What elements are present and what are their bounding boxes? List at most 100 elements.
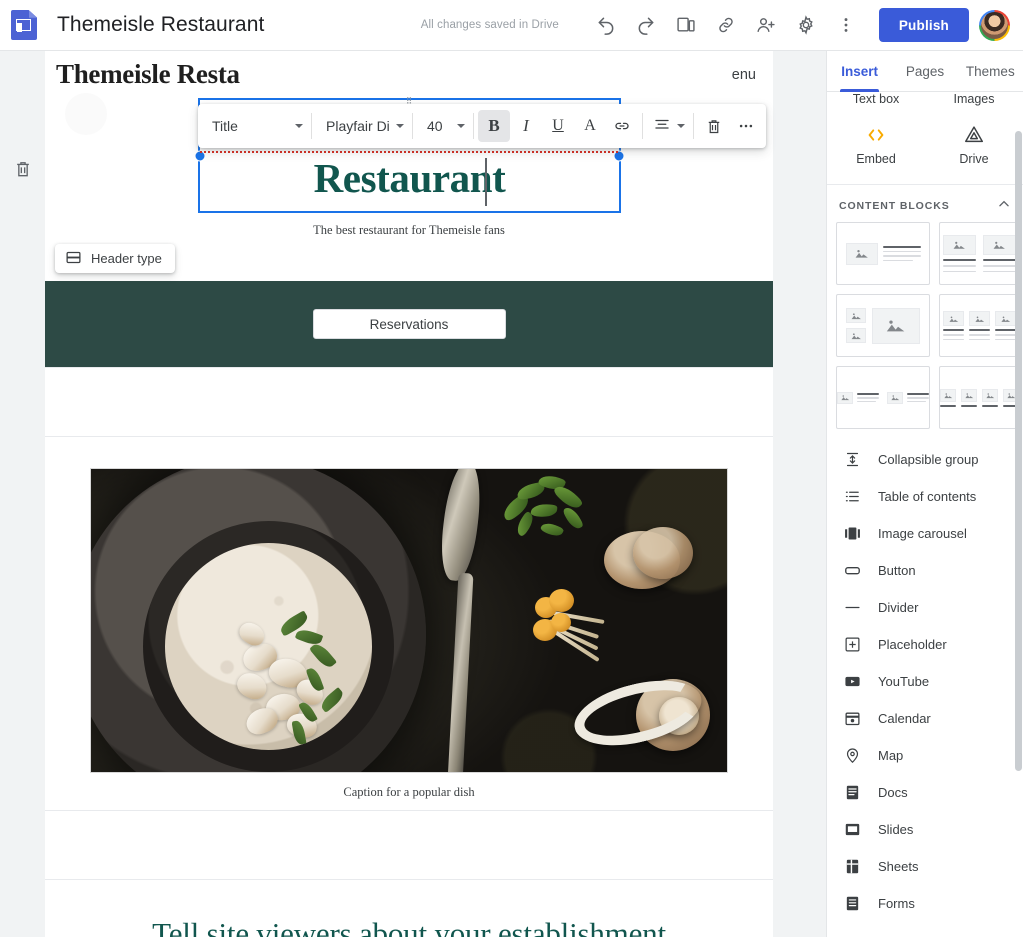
embed-code-icon (865, 124, 887, 146)
header-type-button[interactable]: Header type (55, 244, 175, 273)
reservations-button[interactable]: Reservations (312, 309, 506, 339)
panel-scrollbar[interactable] (1015, 131, 1022, 771)
text-format-toolbar: Title Playfair Disp 40 B I U A (198, 104, 766, 148)
canvas-left-gutter (0, 51, 45, 937)
insert-map[interactable]: Map (827, 737, 1023, 774)
font-family-select[interactable]: Playfair Disp (316, 110, 408, 142)
insert-image-carousel[interactable]: Image carousel (827, 515, 1023, 552)
header-layout-icon (65, 249, 82, 269)
text-cursor (485, 158, 487, 206)
enoki-mushrooms (531, 567, 621, 662)
insert-youtube[interactable]: YouTube (827, 663, 1023, 700)
reservations-banner-section[interactable]: Reservations (45, 281, 773, 367)
insert-item-label: Table of contents (878, 489, 977, 504)
insert-sheets[interactable]: Sheets (827, 848, 1023, 885)
content-block-two-thumb-text-pairs[interactable] (836, 366, 930, 429)
tab-pages[interactable]: Pages (892, 51, 957, 91)
insert-embed[interactable]: Embed (827, 116, 925, 174)
copy-link-button[interactable] (707, 6, 745, 44)
insert-item-label: Map (878, 748, 904, 763)
site-page: Themeisle Resta enu ⠿ Themeisle Restaura… (45, 51, 773, 937)
insert-forms[interactable]: Forms (827, 885, 1023, 922)
insert-collapsible-group[interactable]: Collapsible group (827, 441, 1023, 478)
tab-insert[interactable]: Insert (827, 51, 892, 92)
font-size-select[interactable]: 40 (417, 110, 469, 142)
content-blocks-grid (827, 222, 1023, 439)
insert-divider[interactable]: Divider (827, 589, 1023, 626)
insert-button[interactable]: Button (827, 552, 1023, 589)
bold-button[interactable]: B (478, 110, 510, 142)
more-horizontal-icon[interactable] (730, 110, 762, 142)
content-block-four-thumbnails[interactable] (939, 366, 1020, 429)
underline-button[interactable]: U (542, 110, 574, 142)
insert-docs[interactable]: Docs (827, 774, 1023, 811)
insert-item-label: Calendar (878, 711, 931, 726)
table-of-contents-icon (843, 488, 862, 505)
insert-calendar[interactable]: Calendar (827, 700, 1023, 737)
photo-caption[interactable]: Caption for a popular dish (45, 785, 773, 800)
nav-menu-item[interactable]: enu (732, 67, 756, 83)
insert-link-button[interactable] (606, 110, 638, 142)
site-header-section[interactable]: Themeisle Resta enu ⠿ Themeisle Restaura… (45, 51, 773, 281)
insert-slides[interactable]: Slides (827, 811, 1023, 848)
insert-item-label: YouTube (878, 674, 930, 689)
insert-items-list: Collapsible group Table of contents Imag… (827, 439, 1023, 922)
google-drive-icon (963, 124, 985, 146)
site-tagline-text[interactable]: The best restaurant for Themeisle fans (45, 223, 773, 238)
delete-textbox-button[interactable] (698, 110, 730, 142)
insert-placeholder[interactable]: Placeholder (827, 626, 1023, 663)
toolbar-separator (311, 113, 312, 139)
settings-gear-icon[interactable] (787, 6, 825, 44)
insert-images[interactable]: Images (925, 92, 1023, 116)
site-name-text[interactable]: Themeisle Resta (56, 59, 240, 90)
google-forms-icon (843, 895, 862, 912)
insert-embed-label: Embed (856, 152, 896, 166)
content-block-three-images-with-text[interactable] (939, 294, 1020, 357)
insert-text-box-label: Text box (852, 92, 900, 106)
site-logo-watermark (65, 93, 107, 135)
panel-tabs: Insert Pages Themes (827, 51, 1023, 92)
content-block-two-small-one-large[interactable] (836, 294, 930, 357)
dish-photo[interactable] (90, 468, 728, 773)
image-section[interactable]: Caption for a popular dish (45, 437, 773, 810)
italic-button[interactable]: I (510, 110, 542, 142)
more-options-icon[interactable] (827, 6, 865, 44)
content-blocks-title: CONTENT BLOCKS (839, 199, 950, 212)
google-sites-icon[interactable] (11, 10, 37, 40)
content-block-two-images-with-text[interactable] (939, 222, 1020, 285)
content-block-image-left-text-right[interactable] (836, 222, 930, 285)
empty-section[interactable] (45, 368, 773, 436)
site-editor-canvas: Themeisle Resta enu ⠿ Themeisle Restaura… (0, 51, 826, 937)
tab-themes[interactable]: Themes (958, 51, 1023, 91)
text-color-label: A (584, 117, 596, 134)
insert-item-label: Image carousel (878, 526, 967, 541)
page-title[interactable]: Themeisle Restaurant (57, 13, 264, 37)
insert-drive[interactable]: Drive (925, 116, 1023, 174)
paragraph-style-select[interactable]: Title (202, 110, 307, 142)
chevron-down-icon (295, 124, 303, 128)
undo-button[interactable] (587, 6, 625, 44)
insert-drive-label: Drive (959, 152, 989, 166)
insert-table-of-contents[interactable]: Table of contents (827, 478, 1023, 515)
youtube-icon (843, 673, 862, 690)
avatar[interactable] (979, 9, 1010, 41)
bottom-heading-text[interactable]: Tell site viewers about your establishme… (45, 880, 773, 937)
delete-section-icon[interactable] (13, 158, 33, 180)
redo-button[interactable] (627, 6, 665, 44)
insert-text-box[interactable]: Text box (827, 92, 925, 116)
empty-section[interactable] (45, 811, 773, 879)
collapsible-group-icon (843, 451, 862, 468)
publish-button[interactable]: Publish (878, 8, 969, 42)
share-button[interactable] (747, 6, 785, 44)
content-blocks-header[interactable]: CONTENT BLOCKS (827, 184, 1023, 222)
header-type-label: Header type (91, 251, 162, 266)
preview-button[interactable] (667, 6, 705, 44)
align-button[interactable] (647, 110, 689, 142)
insert-item-label: Sheets (878, 859, 919, 874)
toolbar-separator (693, 113, 694, 139)
google-docs-icon (843, 784, 862, 801)
parsley-garnish (495, 472, 605, 546)
text-color-button[interactable]: A (574, 110, 606, 142)
insert-item-label: Placeholder (878, 637, 947, 652)
chevron-up-icon[interactable] (997, 197, 1011, 214)
